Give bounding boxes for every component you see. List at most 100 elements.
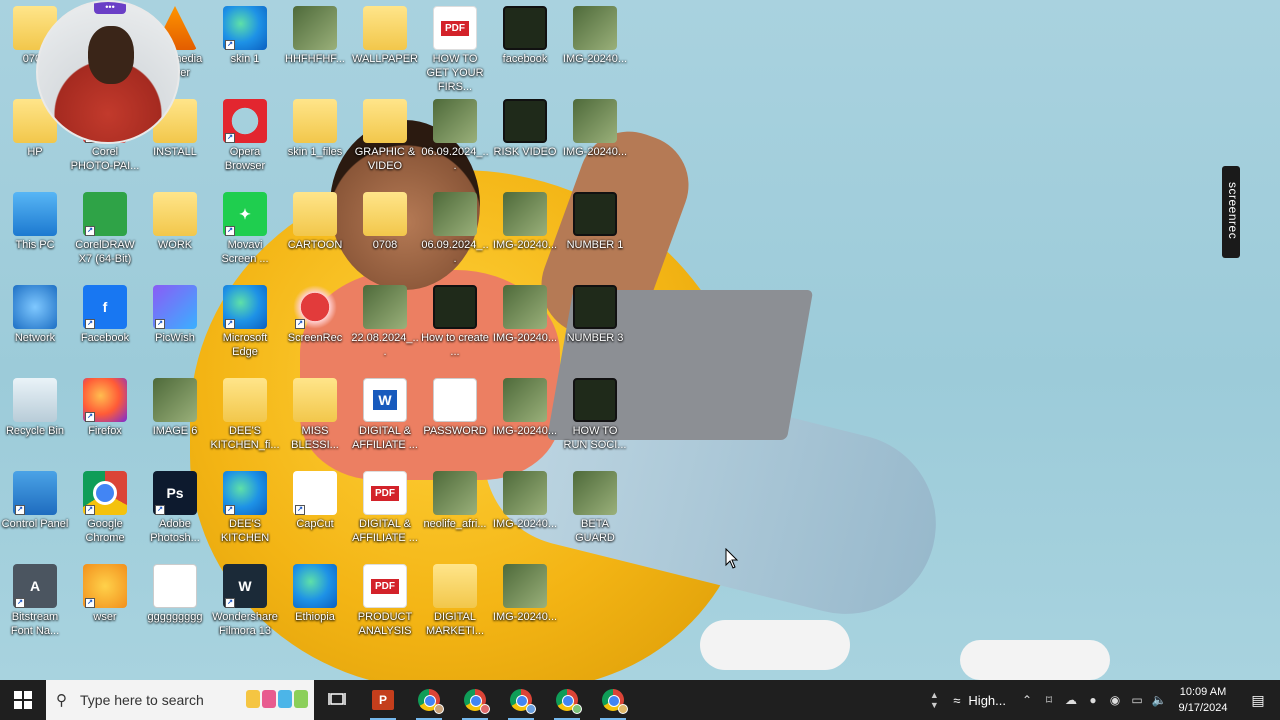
desktop-icon-label: MISS BLESSI... (291, 425, 339, 451)
desktop-icon-wondershare-filmora-13[interactable]: W ↗ Wondershare Filmora 13 (210, 560, 280, 652)
desktop-icon-img-20240[interactable]: IMG-20240... (490, 374, 560, 466)
desktop-icon-bitstream-font-na[interactable]: A ↗ Bitstream Font Na... (0, 560, 70, 652)
desktop-icon-password[interactable]: ≡ PASSWORD (420, 374, 490, 466)
screenrec-side-tab[interactable]: screenrec (1222, 166, 1240, 258)
battery-icon[interactable]: ▭ (1126, 680, 1148, 720)
desktop-icon-number-3[interactable]: NUMBER 3 (560, 281, 630, 373)
desktop-icon-img-20240[interactable]: IMG-20240... (490, 560, 560, 652)
desktop-icon-this-pc[interactable]: This PC (0, 188, 70, 280)
shortcut-arrow-icon: ↗ (295, 319, 305, 329)
desktop-icon-skin-1-files[interactable]: skin 1_files (280, 95, 350, 187)
desktop-icon-label: CARTOON (287, 239, 343, 251)
taskbar-app-chrome[interactable] (406, 680, 452, 720)
taskbar-app-chrome[interactable] (452, 680, 498, 720)
desktop-icon-label: IMG-20240... (492, 611, 558, 623)
desktop-icon-img-20240[interactable]: IMG-20240... (560, 2, 630, 94)
desktop-icon-how-to-get-your-firs[interactable]: PDF HOW TO GET YOUR FIRS... (420, 2, 490, 94)
desktop-icon-digital-marketi[interactable]: DIGITAL MARKETI... (420, 560, 490, 652)
desktop-icon-number-1[interactable]: NUMBER 1 (560, 188, 630, 280)
taskbar-app-powerpoint[interactable]: P (360, 680, 406, 720)
desktop-icon-img-20240[interactable]: IMG-20240... (490, 188, 560, 280)
desktop-icon-miss-blessi[interactable]: MISS BLESSI... (280, 374, 350, 466)
desktop-icon-opera-browser[interactable]: ↗ Opera Browser (210, 95, 280, 187)
taskbar-search-box[interactable]: ⚲ Type here to search (46, 680, 314, 720)
chevron-down-icon[interactable]: ▼ (930, 700, 939, 710)
desktop-icon-img-20240[interactable]: IMG-20240... (490, 281, 560, 373)
weather-widget[interactable]: ≈ High... (943, 693, 1016, 708)
desktop-icon-network[interactable]: Network (0, 281, 70, 373)
desktop-icon-wser[interactable]: ↗ wser (70, 560, 140, 652)
desktop-icon-facebook[interactable]: f ↗ Facebook (70, 281, 140, 373)
desktop-icon-beta-guard[interactable]: BETA GUARD (560, 467, 630, 559)
powerpoint-icon: P (372, 690, 394, 710)
desktop-icon-graphic-video[interactable]: GRAPHIC & VIDEO (350, 95, 420, 187)
desktop-icon-wallpaper[interactable]: WALLPAPER (350, 2, 420, 94)
taskbar-app-chrome[interactable] (544, 680, 590, 720)
chevron-up-icon[interactable]: ▲ (930, 690, 939, 700)
desktop-icon-how-to-run-soci[interactable]: HOW TO RUN SOCI... (560, 374, 630, 466)
document-icon: ≡ (153, 564, 197, 608)
desktop-icon-img-20240[interactable]: IMG-20240... (490, 467, 560, 559)
desktop-icon-0708[interactable]: 0708 (350, 188, 420, 280)
desktop-icon-capcut[interactable]: ✂ ↗ CapCut (280, 467, 350, 559)
desktop-icon-22-08-2024[interactable]: 22.08.2024_... (350, 281, 420, 373)
desktop-icon-06-09-2024[interactable]: 06.09.2024_... (420, 188, 490, 280)
desktop-icon-microsoft-edge[interactable]: ↗ Microsoft Edge (210, 281, 280, 373)
taskbar-clock[interactable]: 10:09 AM 9/17/2024 (1170, 684, 1236, 716)
microphone-icon[interactable]: ● (1082, 680, 1104, 720)
shortcut-arrow-icon: ↗ (85, 598, 95, 608)
volume-icon[interactable]: 🔈 (1148, 680, 1170, 720)
desktop-icon-digital-affiliate[interactable]: W DIGITAL & AFFILIATE ... (350, 374, 420, 466)
notification-center-icon[interactable]: ▤ (1236, 680, 1280, 720)
desktop-icon-label: DEE'S KITCHEN (220, 518, 270, 544)
webcam-overlay: ••• (36, 0, 180, 144)
photoshop-icon: Ps ↗ (153, 471, 197, 515)
desktop-icon-picwish[interactable]: ↗ PicWish (140, 281, 210, 373)
desktop-icon-adobe-photosh[interactable]: Ps ↗ Adobe Photosh... (140, 467, 210, 559)
desktop-icon-firefox[interactable]: ↗ Firefox (70, 374, 140, 466)
screenrec-tray-icon[interactable]: ◉ (1104, 680, 1126, 720)
desktop-icon-neolife-afri[interactable]: neolife_afri... (420, 467, 490, 559)
desktop-icon-screenrec[interactable]: ↗ ScreenRec (280, 281, 350, 373)
pdf-icon: PDF (433, 6, 477, 50)
desktop-icon-how-to-create[interactable]: How to create ... (420, 281, 490, 373)
desktop-icon-img-20240[interactable]: IMG-20240... (560, 95, 630, 187)
desktop-icon-label: Firefox (88, 425, 122, 437)
desktop-icon-product-analysis[interactable]: PDF PRODUCT ANALYSIS (350, 560, 420, 652)
desktop-icon-coreldraw-x7-64-bit[interactable]: ↗ CorelDRAW X7 (64-Bit) (70, 188, 140, 280)
desktop-icon-facebook[interactable]: facebook (490, 2, 560, 94)
folder-icon (293, 378, 337, 422)
taskbar-scroll-buttons[interactable]: ▲ ▼ (925, 680, 943, 720)
onedrive-cloud-icon[interactable]: ☁ (1060, 680, 1082, 720)
desktop-icon-recycle-bin[interactable]: Recycle Bin (0, 374, 70, 466)
start-button[interactable] (0, 680, 46, 720)
desktop-icon-movavi-screen[interactable]: ✦ ↗ Movavi Screen ... (210, 188, 280, 280)
shortcut-arrow-icon: ↗ (295, 505, 305, 515)
desktop-icon-risk-video[interactable]: RISK VIDEO (490, 95, 560, 187)
desktop-icon-control-panel[interactable]: ↗ Control Panel (0, 467, 70, 559)
webcam-menu-icon[interactable]: ••• (94, 2, 126, 14)
desktop-icon-google-chrome[interactable]: ↗ Google Chrome (70, 467, 140, 559)
show-hidden-icons-chevron-icon[interactable]: ⌃ (1016, 680, 1038, 720)
desktop-icon-cartoon[interactable]: CARTOON (280, 188, 350, 280)
desktop-icon-dee-s-kitchen-fi[interactable]: DEE'S KITCHEN_fi... (210, 374, 280, 466)
desktop-icon-ggggggggg[interactable]: ≡ ggggggggg (140, 560, 210, 652)
desktop-icon-work[interactable]: WORK (140, 188, 210, 280)
wifi-icon[interactable]: ⌑ (1038, 680, 1060, 720)
desktop-icon-label: BETA GUARD (575, 518, 615, 544)
desktop-icon-ethiopia[interactable]: Ethiopia (280, 560, 350, 652)
desktop-icon-digital-affiliate[interactable]: PDF DIGITAL & AFFILIATE ... (350, 467, 420, 559)
video-icon (503, 6, 547, 50)
desktop-icon-label: Ethiopia (295, 611, 335, 623)
task-view-button[interactable] (314, 680, 360, 720)
desktop-icon-06-09-2024[interactable]: 06.09.2024_... (420, 95, 490, 187)
desktop-icon-skin-1[interactable]: ↗ skin 1 (210, 2, 280, 94)
desktop-icon-label: skin 1_files (287, 146, 343, 158)
profile-avatar (480, 704, 490, 714)
taskbar-app-chrome[interactable] (498, 680, 544, 720)
search-highlight-icon (246, 690, 308, 708)
desktop-icon-hhfhfhf[interactable]: HHFHFHF... (280, 2, 350, 94)
taskbar-app-chrome[interactable] (590, 680, 636, 720)
desktop-icon-image-6[interactable]: IMAGE 6 (140, 374, 210, 466)
desktop-icon-dee-s-kitchen[interactable]: ↗ DEE'S KITCHEN (210, 467, 280, 559)
